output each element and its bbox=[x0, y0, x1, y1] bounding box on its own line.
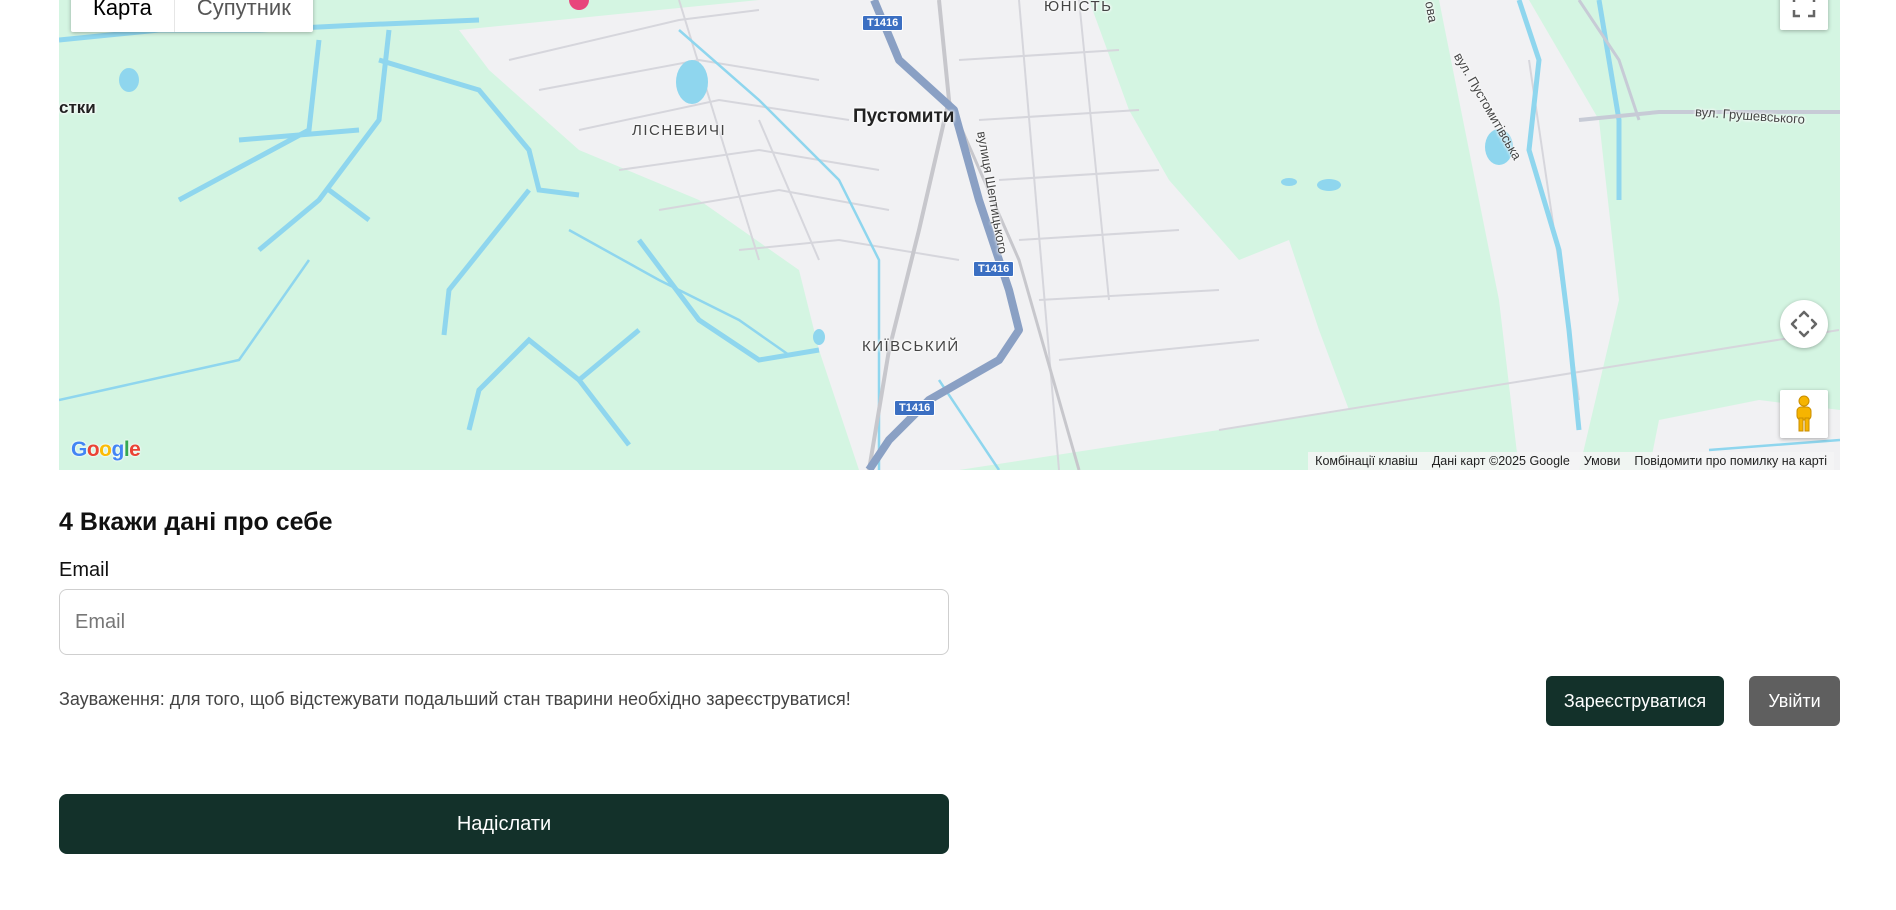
submit-button[interactable]: Надіслати bbox=[59, 794, 949, 854]
google-logo-o1: o bbox=[86, 438, 100, 461]
map-canvas[interactable] bbox=[59, 0, 1840, 470]
place-yunist[interactable]: ЮНІСТЬ bbox=[1044, 0, 1113, 15]
terms-link[interactable]: Умови bbox=[1577, 454, 1628, 468]
map-attribution-bar: Комбінації клавіш Дані карт ©2025 Google… bbox=[1308, 452, 1834, 470]
google-logo-e: e bbox=[129, 438, 141, 461]
map-type-map-button[interactable]: Карта bbox=[71, 0, 175, 32]
google-logo-g: G bbox=[71, 438, 87, 461]
place-left-cut[interactable]: стки bbox=[59, 98, 96, 118]
map-type-satellite-button[interactable]: Супутник bbox=[175, 0, 313, 32]
place-pustomyty[interactable]: Пустомити bbox=[853, 106, 954, 128]
keyboard-shortcuts-link[interactable]: Комбінації клавіш bbox=[1308, 454, 1425, 468]
map-type-control: Карта Супутник bbox=[71, 0, 313, 32]
map-widget[interactable]: Пустомити ЛІСНЕВИЧІ КИЇВСЬКИЙ ЮНІСТЬ стк… bbox=[59, 0, 1840, 470]
road-shield-t1416: T1416 bbox=[973, 261, 1015, 277]
street-view-pegman-button[interactable] bbox=[1780, 390, 1828, 438]
camera-control-button[interactable] bbox=[1780, 300, 1828, 348]
pegman-icon bbox=[1796, 395, 1812, 432]
map-data-text: Дані карт ©2025 Google bbox=[1431, 454, 1570, 468]
fullscreen-button[interactable] bbox=[1780, 0, 1828, 30]
register-button[interactable]: Зареєструватися bbox=[1546, 676, 1724, 726]
google-logo[interactable]: Google bbox=[71, 438, 141, 462]
place-lisnevychi[interactable]: ЛІСНЕВИЧІ bbox=[632, 122, 726, 139]
email-label: Email bbox=[59, 559, 110, 581]
email-input[interactable] bbox=[59, 589, 949, 655]
google-logo-o2: o bbox=[99, 438, 112, 461]
fullscreen-icon bbox=[1792, 0, 1816, 18]
google-logo-g2: g bbox=[111, 438, 125, 461]
move-arrows-icon bbox=[1790, 310, 1818, 338]
section-title: 4 Вкажи дані про себе bbox=[59, 508, 333, 536]
place-marker bbox=[569, 0, 589, 10]
road-shield-t1416: T1416 bbox=[862, 15, 904, 31]
report-error-link[interactable]: Повідомити про помилку на карті bbox=[1627, 454, 1834, 468]
registration-note: Зауваження: для того, щоб відстежувати п… bbox=[59, 689, 851, 709]
place-kyivskyi[interactable]: КИЇВСЬКИЙ bbox=[862, 338, 960, 355]
road-shield-t1416: T1416 bbox=[894, 400, 936, 416]
login-button[interactable]: Увійти bbox=[1749, 676, 1840, 726]
